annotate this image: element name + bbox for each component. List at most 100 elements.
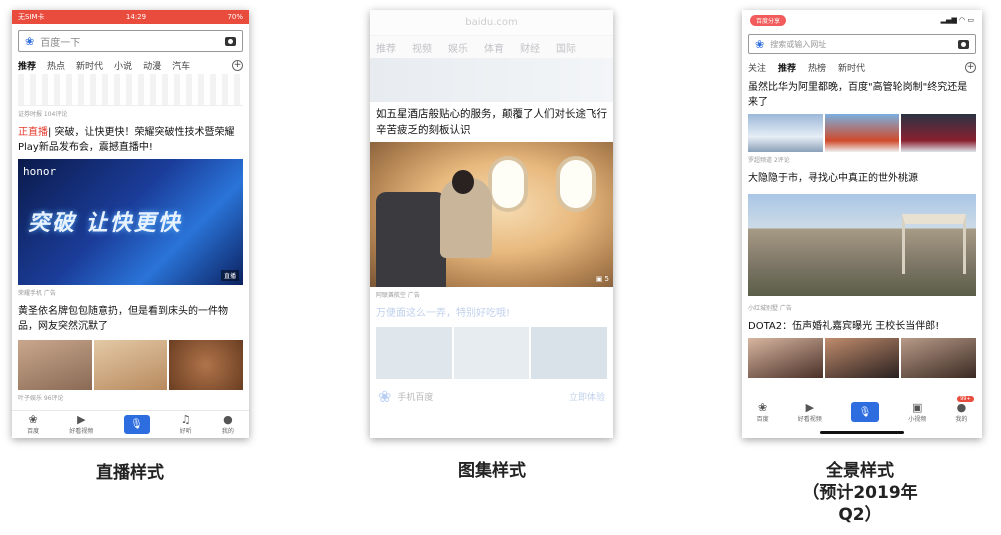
play-icon: ▶ — [77, 413, 86, 426]
search-placeholder: 搜索或输入网址 — [770, 39, 827, 49]
camera-icon[interactable] — [958, 39, 969, 49]
voice-search-button[interactable]: 🎙 — [851, 402, 879, 422]
gallery-image[interactable]: ▣ 5 — [370, 142, 613, 287]
article-meta: 叶子娱乐 96评论 — [18, 395, 64, 402]
mic-icon: 🎙 — [130, 419, 143, 430]
add-channel-icon[interactable]: + — [232, 59, 243, 71]
caption-gallery-style: 图集样式 — [458, 461, 526, 481]
panorama-image[interactable] — [748, 194, 976, 296]
tab-auto[interactable]: 汽车 — [172, 59, 190, 72]
bottom-nav: ❀ 百度 ▶ 好看视频 🎙 ♫ 好听 ● 我的 — [12, 410, 249, 438]
nav-listen[interactable]: ♫ 好听 — [180, 413, 192, 436]
window — [488, 156, 528, 212]
battery: 70% — [227, 13, 243, 21]
article-thumbnails[interactable] — [748, 114, 977, 152]
search-placeholder: 百度一下 — [40, 37, 81, 49]
channel-tabs: 关注 推荐 热榜 新时代 + — [742, 58, 982, 76]
nav-me[interactable]: ● 我的 — [222, 413, 234, 436]
caption-panorama-line1: 全景样式 — [826, 461, 894, 481]
panorama-article-title[interactable]: 大隐隐于市，寻找心中真正的世外桃源 — [742, 167, 982, 190]
thumbnail — [824, 338, 900, 378]
tab-trending[interactable]: 热榜 — [808, 61, 826, 74]
article-thumbnails — [376, 327, 608, 379]
article-meta: 阿联酋航空 广告 — [376, 292, 420, 299]
article-title[interactable]: 虽然比华为阿里都晚，百度"高管轮岗制"终究还是来了 — [742, 76, 982, 114]
thumbnail — [376, 327, 452, 379]
faded-top: baidu.com 推荐 视频 娱乐 体育 财经 国际 — [370, 10, 613, 102]
try-now-button[interactable]: 立即体验 — [569, 390, 605, 403]
thumbnail — [901, 338, 977, 378]
tab-sports[interactable]: 体育 — [484, 40, 504, 55]
status-bar: 无SIM卡 14:29 70% — [12, 10, 249, 24]
notification-badge: 99+ — [957, 395, 974, 402]
tab-finance[interactable]: 财经 — [520, 40, 540, 55]
article-meta: 小红城别墅 广告 — [748, 305, 792, 312]
thumbnail — [748, 114, 823, 152]
tab-intl[interactable]: 国际 — [556, 40, 576, 55]
tab-anime[interactable]: 动漫 — [143, 59, 161, 72]
camera-icon[interactable] — [225, 36, 236, 46]
gallery-article-title[interactable]: 如五星酒店般贴心的服务，颠覆了人们对长途飞行辛苦疲乏的刻板认识 — [370, 102, 613, 142]
nav-baidu[interactable]: ❀ 百度 — [27, 413, 39, 436]
tab-new-era[interactable]: 新时代 — [838, 61, 865, 74]
thumbnail — [531, 327, 608, 379]
tab-novel[interactable]: 小说 — [114, 59, 132, 72]
caption-live-style: 直播样式 — [96, 463, 164, 483]
banner-brand: honor — [23, 165, 57, 178]
tab-recommend[interactable]: 推荐 — [376, 40, 396, 55]
tab-ent[interactable]: 娱乐 — [448, 40, 468, 55]
passenger-head — [452, 170, 474, 194]
headphones-icon: ♫ — [180, 413, 191, 426]
channel-tabs: 推荐 热点 新时代 小说 动漫 汽车 + — [12, 56, 249, 74]
user-icon: ● — [223, 413, 233, 426]
thumbnail — [453, 327, 530, 379]
thumbnail — [824, 114, 900, 152]
tab-video[interactable]: 视频 — [412, 40, 432, 55]
image-count: ▣ 5 — [595, 275, 609, 283]
article-thumbnails[interactable] — [18, 340, 244, 390]
nav-video[interactable]: ▶ 好看视频 — [69, 413, 93, 436]
nav-me[interactable]: ● 99+ 我的 — [955, 395, 974, 423]
nav-short-video[interactable]: ▣ 小视频 — [908, 400, 926, 423]
bottom-nav: ❀ 百度 ▶ 好看视频 🎙 ▣ 小视频 ● 99+ 我的 — [742, 395, 982, 426]
channel-tabs: 推荐 视频 娱乐 体育 财经 国际 — [370, 36, 613, 58]
pavilion — [902, 214, 966, 274]
caption-panorama-style: 全景样式 （预计2019年 Q2） — [780, 460, 940, 526]
article-meta: 证券时报 104评论 — [18, 111, 68, 118]
thumbnail — [18, 340, 92, 390]
url-bar[interactable]: baidu.com — [370, 10, 613, 36]
tab-new-era[interactable]: 新时代 — [76, 59, 103, 72]
share-pill: 百度分享 — [750, 14, 787, 26]
live-label: 正直播 — [18, 127, 48, 138]
thumbnail — [901, 114, 977, 152]
article-title[interactable]: 黄圣依名牌包包随意扔，但是看到床头的一件物品，网友突然沉默了 — [12, 300, 249, 338]
tab-recommend[interactable]: 推荐 — [18, 59, 36, 72]
article-thumbnails[interactable] — [748, 338, 977, 378]
search-input[interactable]: ❀ 搜索或输入网址 — [748, 34, 976, 54]
baidu-paw-icon: ❀ — [25, 34, 35, 48]
voice-search-button[interactable]: 🎙 — [123, 415, 150, 434]
window — [556, 156, 596, 212]
live-article-title[interactable]: 正直播| 突破，让快更快！荣耀突破性技术暨荣耀Play新品发布会，震撼直播中! — [12, 121, 249, 159]
phone-panorama-style: 百度分享 ▂▄▆ ◠ ▭ ❀ 搜索或输入网址 关注 推荐 热榜 新时代 + 虽然… — [742, 10, 982, 438]
caption-panorama-line2: （预计2019年 — [802, 483, 918, 503]
article-title[interactable]: 万便面这么一弄，特别好吃哦! — [370, 302, 613, 325]
paw-icon: ❀ — [28, 413, 38, 426]
article-title[interactable]: DOTA2：伍声婚礼嘉宾曝光 王校长当伴郎! — [742, 315, 982, 338]
nav-baidu[interactable]: ❀ 百度 — [757, 401, 769, 423]
mic-icon: 🎙 — [858, 406, 872, 418]
carrier: 无SIM卡 — [18, 13, 45, 21]
home-indicator — [820, 431, 904, 434]
app-ad[interactable]: ❀ 手机百度 立即体验 — [370, 379, 613, 414]
baidu-paw-icon: ❀ — [378, 387, 392, 406]
nav-video[interactable]: ▶ 好看视频 — [798, 401, 822, 423]
tab-recommend[interactable]: 推荐 — [778, 61, 796, 74]
add-channel-icon[interactable]: + — [965, 61, 976, 73]
camera-video-icon: ▣ — [911, 400, 923, 414]
search-input[interactable]: ❀ 百度一下 — [18, 30, 243, 52]
thumbnail — [748, 338, 823, 378]
phone-live-style: 无SIM卡 14:29 70% ❀ 百度一下 推荐 热点 新时代 小说 动漫 汽… — [12, 10, 249, 438]
tab-hot[interactable]: 热点 — [47, 59, 65, 72]
tab-follow[interactable]: 关注 — [748, 61, 766, 74]
live-banner-image[interactable]: honor 突破 让快更快 直播 — [18, 159, 243, 285]
